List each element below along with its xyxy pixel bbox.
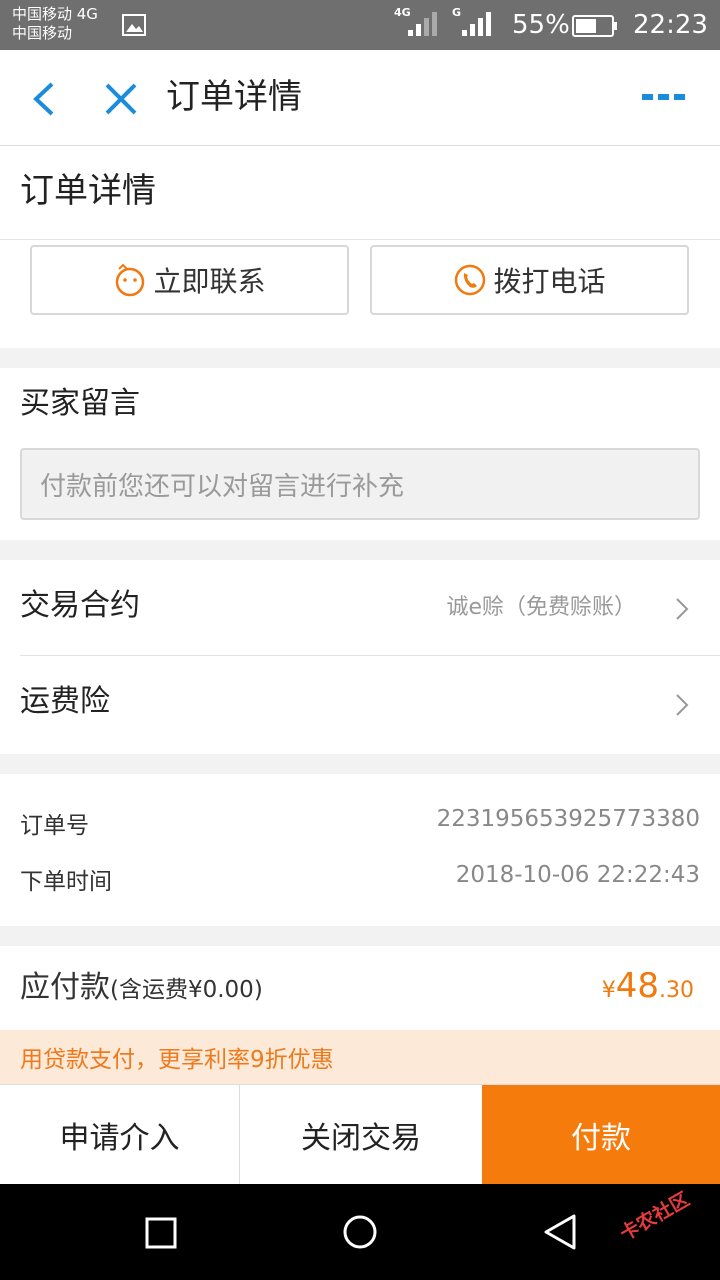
chevron-right-icon <box>676 598 689 620</box>
phone-icon <box>455 264 486 296</box>
options-list: 交易合约 诚e赊（免费赊账） 运费险 <box>0 560 720 754</box>
home-icon[interactable] <box>342 1214 378 1250</box>
amount-decimal: .30 <box>659 978 694 1003</box>
order-time-value: 2018-10-06 22:22:43 <box>455 862 700 888</box>
contract-value: 诚e赊（免费赊账） <box>446 595 636 620</box>
order-info-section: 订单号 223195653925773380 下单时间 2018-10-06 2… <box>0 774 720 926</box>
order-section-title: 订单详情 <box>20 171 156 211</box>
order-time-label: 下单时间 <box>20 869 112 895</box>
battery-icon <box>572 15 617 37</box>
payable-section: 应付款(含运费¥0.00) ¥48.30 <box>0 946 720 1030</box>
pay-button[interactable]: 付款 <box>482 1085 720 1185</box>
payable-label: 应付款(含运费¥0.00) <box>20 968 263 1010</box>
contact-row: 立即联系 拨打电话 <box>0 240 720 348</box>
apply-intervention-button[interactable]: 申请介入 <box>0 1085 240 1185</box>
watermark-text: 卡农社区 <box>616 1188 694 1246</box>
chat-icon <box>116 263 145 297</box>
freight-insurance-label: 运费险 <box>20 684 110 719</box>
contact-now-button[interactable]: 立即联系 <box>30 245 349 315</box>
action-bar: 申请介入 关闭交易 付款 <box>0 1084 720 1185</box>
call-phone-button[interactable]: 拨打电话 <box>370 245 689 315</box>
order-time-row: 下单时间 2018-10-06 22:22:43 <box>0 862 720 898</box>
currency-symbol: ¥ <box>601 978 616 1003</box>
signal-icon <box>408 12 437 36</box>
page-title: 订单详情 <box>166 77 302 117</box>
shipping-note: (含运费¥0.00) <box>110 977 263 1003</box>
back-icon[interactable] <box>30 80 58 118</box>
buyer-message-section: 买家留言 付款前您还可以对留言进行补充 <box>0 368 720 540</box>
buyer-message-input[interactable]: 付款前您还可以对留言进行补充 <box>20 448 700 520</box>
payable-title: 应付款 <box>20 970 110 1005</box>
contact-now-label: 立即联系 <box>153 265 266 298</box>
loan-promo-banner[interactable]: 用贷款支付，更享利率9折优惠 <box>0 1030 720 1084</box>
clock: 22:23 <box>633 10 708 40</box>
recent-apps-icon[interactable] <box>144 1216 178 1250</box>
title-bar: 订单详情 <box>0 50 720 146</box>
battery-percent: 55% <box>512 10 570 40</box>
carrier-info: 中国移动 4G 中国移动 <box>12 5 98 43</box>
status-bar: 中国移动 4G 中国移动 4G G 55% 22:23 <box>0 0 720 50</box>
order-number-value: 223195653925773380 <box>436 806 700 832</box>
carrier-line1: 中国移动 4G <box>12 5 98 23</box>
close-icon[interactable] <box>104 82 138 116</box>
payable-amount: ¥48.30 <box>602 966 694 1012</box>
order-number-label: 订单号 <box>20 813 89 839</box>
call-phone-label: 拨打电话 <box>493 265 606 298</box>
order-section-header: 订单详情 <box>0 146 720 240</box>
buyer-message-placeholder: 付款前您还可以对留言进行补充 <box>40 471 405 502</box>
loan-promo-text: 用贷款支付，更享利率9折优惠 <box>20 1047 334 1073</box>
freight-insurance-row[interactable]: 运费险 <box>0 656 720 752</box>
carrier-line2: 中国移动 <box>12 24 73 42</box>
contract-row[interactable]: 交易合约 诚e赊（免费赊账） <box>0 560 720 656</box>
close-trade-button[interactable]: 关闭交易 <box>240 1085 482 1185</box>
chevron-right-icon <box>676 694 689 716</box>
amount-integer: 48 <box>615 966 659 1006</box>
watermark: 卡农社区 <box>614 1185 693 1246</box>
order-number-row: 订单号 223195653925773380 <box>0 806 720 842</box>
signal-icon <box>462 12 491 36</box>
more-icon[interactable] <box>640 92 688 102</box>
gallery-icon <box>122 14 146 36</box>
contract-label: 交易合约 <box>20 588 140 623</box>
buyer-message-title: 买家留言 <box>20 386 140 421</box>
navigation-bar: 卡农社区 <box>0 1184 720 1280</box>
nav-back-icon[interactable] <box>542 1212 578 1252</box>
